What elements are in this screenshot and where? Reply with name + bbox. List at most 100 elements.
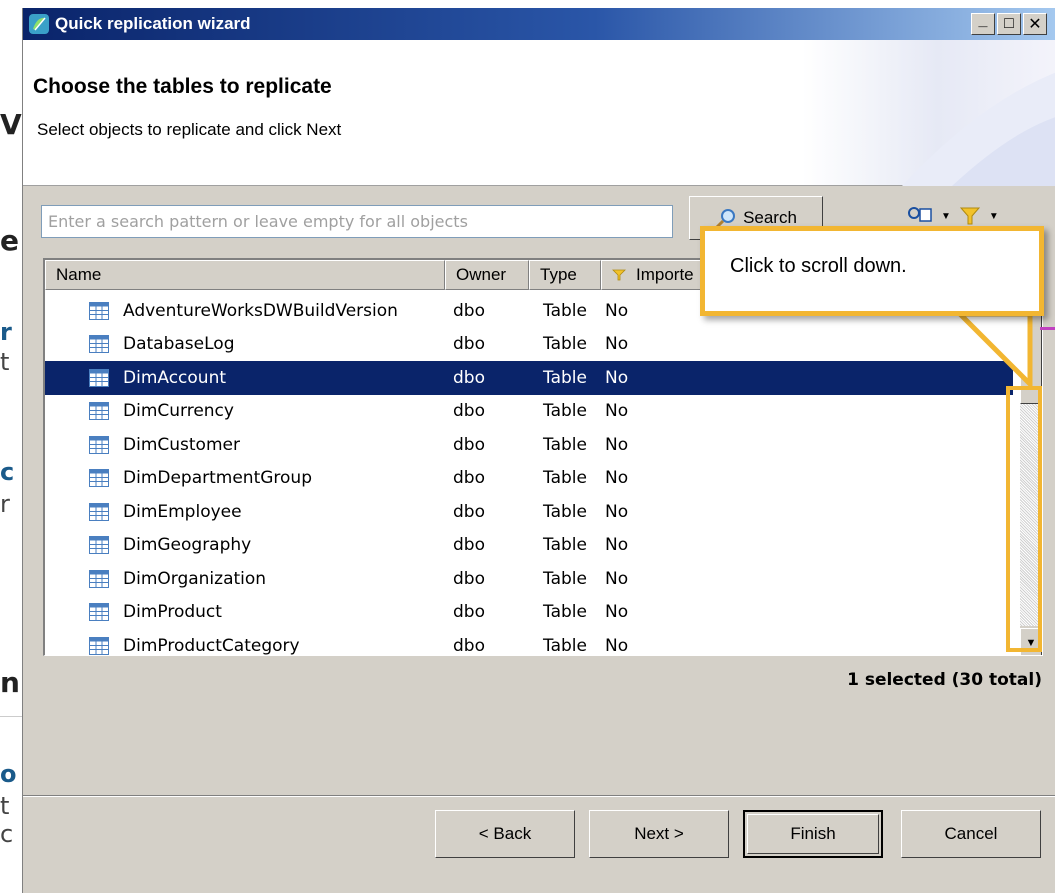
bg-fragment: r bbox=[0, 490, 10, 518]
table-row[interactable]: DimEmployee dbo Table No bbox=[45, 495, 1013, 529]
cell-owner: dbo bbox=[453, 434, 485, 455]
filter-icon bbox=[612, 269, 626, 281]
cell-imported: No bbox=[605, 434, 629, 455]
marker-line bbox=[1040, 327, 1055, 330]
scroll-down-button[interactable]: ▼ bbox=[1020, 628, 1042, 655]
scrollbar-thumb[interactable] bbox=[1020, 312, 1042, 404]
vertical-scrollbar[interactable]: ▼ bbox=[1020, 312, 1042, 655]
table-name: DatabaseLog bbox=[123, 334, 235, 355]
bg-fragment: t bbox=[0, 348, 10, 376]
back-button[interactable]: < Back bbox=[435, 810, 575, 858]
minimize-icon: _ bbox=[978, 12, 988, 29]
title-bar[interactable]: Quick replication wizard _ □ ✕ bbox=[23, 8, 1055, 40]
finish-button[interactable]: Finish bbox=[743, 810, 883, 858]
cell-type: Table bbox=[543, 535, 587, 556]
cell-imported: No bbox=[605, 635, 629, 656]
table-icon bbox=[89, 335, 109, 354]
table-row[interactable]: DimCurrency dbo Table No bbox=[45, 395, 1013, 429]
cell-type: Table bbox=[543, 367, 587, 388]
column-header-owner[interactable]: Owner bbox=[445, 260, 529, 290]
cell-type: Table bbox=[543, 568, 587, 589]
minimize-button[interactable]: _ bbox=[971, 12, 995, 35]
bg-fragment: r bbox=[0, 318, 12, 346]
options-icon[interactable] bbox=[907, 205, 933, 227]
cell-name: DimGeography bbox=[45, 535, 445, 555]
maximize-button[interactable]: □ bbox=[997, 13, 1021, 35]
page-title: Choose the tables to replicate bbox=[33, 75, 332, 98]
bg-divider bbox=[0, 716, 22, 717]
table-row[interactable]: DatabaseLog dbo Table No bbox=[45, 328, 1013, 362]
cell-name: DimOrganization bbox=[45, 569, 445, 589]
background-page: V e r t c r n o t c bbox=[0, 0, 22, 883]
table-icon bbox=[89, 569, 109, 588]
close-button[interactable]: ✕ bbox=[1023, 13, 1047, 35]
column-header-type[interactable]: Type bbox=[529, 260, 601, 290]
filter-icon[interactable] bbox=[959, 205, 981, 227]
bg-fragment: V bbox=[0, 108, 22, 141]
table-icon bbox=[89, 603, 109, 622]
cell-owner: dbo bbox=[453, 568, 485, 589]
cell-type: Table bbox=[543, 635, 587, 656]
chevron-down-icon[interactable]: ▼ bbox=[941, 211, 951, 222]
table-row[interactable]: DimOrganization dbo Table No bbox=[45, 562, 1013, 596]
cancel-button[interactable]: Cancel bbox=[901, 810, 1041, 858]
chevron-down-icon[interactable]: ▼ bbox=[989, 211, 999, 222]
cell-imported: No bbox=[605, 602, 629, 623]
cell-name: DimCurrency bbox=[45, 401, 445, 421]
cell-imported: No bbox=[605, 334, 629, 355]
table-icon bbox=[89, 435, 109, 454]
selection-status: 1 selected (30 total) bbox=[847, 670, 1042, 690]
cell-owner: dbo bbox=[453, 367, 485, 388]
table-row[interactable]: DimGeography dbo Table No bbox=[45, 529, 1013, 563]
close-icon: ✕ bbox=[1028, 16, 1042, 33]
cell-type: Table bbox=[543, 468, 587, 489]
cell-owner: dbo bbox=[453, 300, 485, 321]
next-button[interactable]: Next > bbox=[589, 810, 729, 858]
table-icon bbox=[89, 368, 109, 387]
table-row[interactable]: DimAccount dbo Table No bbox=[45, 361, 1013, 395]
table-row[interactable]: DimCustomer dbo Table No bbox=[45, 428, 1013, 462]
cell-type: Table bbox=[543, 401, 587, 422]
cell-type: Table bbox=[543, 434, 587, 455]
footer-separator bbox=[23, 795, 1055, 797]
cell-imported: No bbox=[605, 501, 629, 522]
table-name: DimEmployee bbox=[123, 501, 242, 522]
cell-name: DimCustomer bbox=[45, 435, 445, 455]
cell-owner: dbo bbox=[453, 501, 485, 522]
maximize-icon: □ bbox=[1004, 15, 1014, 32]
table-icon bbox=[89, 536, 109, 555]
cell-type: Table bbox=[543, 300, 587, 321]
cell-name: DatabaseLog bbox=[45, 334, 445, 354]
table-icon bbox=[89, 469, 109, 488]
column-header-imported-label: Importe bbox=[636, 265, 694, 284]
table-name: DimProduct bbox=[123, 602, 222, 623]
search-button-label: Search bbox=[743, 208, 797, 227]
objects-list[interactable]: Name Owner Type Importe AdventureWorksDW… bbox=[43, 258, 1043, 656]
table-icon bbox=[89, 301, 109, 320]
cell-owner: dbo bbox=[453, 334, 485, 355]
cell-imported: No bbox=[605, 468, 629, 489]
table-row[interactable]: DimProductCategory dbo Table No bbox=[45, 629, 1013, 656]
table-row[interactable]: DimDepartmentGroup dbo Table No bbox=[45, 462, 1013, 496]
cell-imported: No bbox=[605, 300, 629, 321]
table-name: DimDepartmentGroup bbox=[123, 468, 313, 489]
table-icon bbox=[89, 636, 109, 655]
column-header-name[interactable]: Name bbox=[45, 260, 445, 290]
scrollbar-track[interactable] bbox=[1020, 404, 1042, 626]
bg-fragment: e bbox=[0, 224, 19, 257]
bg-fragment: t bbox=[0, 792, 10, 820]
table-rows: AdventureWorksDWBuildVersion dbo Table No Da… bbox=[45, 294, 1013, 656]
table-name: DimProductCategory bbox=[123, 635, 300, 656]
cell-name: DimAccount bbox=[45, 368, 445, 388]
cell-type: Table bbox=[543, 602, 587, 623]
table-row[interactable]: DimProduct dbo Table No bbox=[45, 596, 1013, 630]
search-input[interactable] bbox=[41, 205, 673, 238]
bg-fragment: n bbox=[0, 666, 20, 699]
cell-type: Table bbox=[543, 334, 587, 355]
table-name: DimCurrency bbox=[123, 401, 234, 422]
cell-owner: dbo bbox=[453, 401, 485, 422]
bg-fragment: o bbox=[0, 760, 17, 788]
cell-name: DimProductCategory bbox=[45, 635, 445, 656]
window-title: Quick replication wizard bbox=[55, 14, 251, 33]
header-decoration bbox=[902, 72, 1055, 186]
